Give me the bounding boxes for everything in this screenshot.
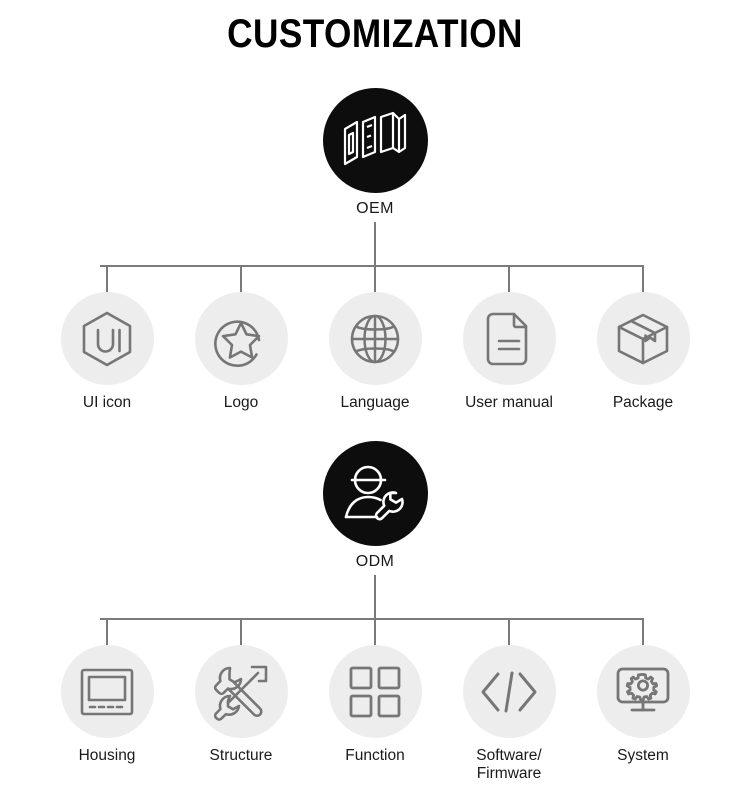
device-panel-icon [78,666,136,718]
housing-circle [60,645,154,738]
language-circle [328,292,422,385]
leaf-label: UI icon [82,394,132,411]
leaf-label: Software/ Firmware [476,747,542,782]
odm-circle [322,441,428,546]
leaf-label: Package [612,394,674,411]
odm-label: ODM [355,553,395,570]
connector-trunk-odm [374,575,376,619]
root-node-odm[interactable]: ODM [295,441,455,571]
connector-drop-odm-5 [642,618,644,647]
structure-circle [194,645,288,738]
oem-label: OEM [356,200,394,217]
oem-circle [322,88,428,193]
connector-drop-oem-3 [374,265,376,294]
grid-four-squares-icon [348,665,402,719]
connector-drop-oem-1 [106,265,108,294]
system-circle [596,645,690,738]
ui-icon-circle [60,292,154,385]
connector-drop-oem-4 [508,265,510,294]
leaf-label: Language [340,394,410,411]
root-node-oem[interactable]: OEM [295,88,455,218]
page-title: CUSTOMIZATION [227,12,523,56]
connector-bar-odm [100,618,644,620]
leaf-node-ui-icon[interactable]: UI icon [37,292,177,412]
leaf-node-package[interactable]: Package [573,292,713,412]
connector-drop-odm-1 [106,618,108,647]
customization-diagram: CUSTOMIZATION OEM UI icon Logo Language … [0,0,750,800]
wrench-screwdriver-icon [212,663,270,721]
star-circle-icon [212,310,270,368]
leaf-node-housing[interactable]: Housing [37,645,177,765]
connector-drop-oem-5 [642,265,644,294]
leaf-label: Housing [78,747,136,764]
connector-drop-odm-4 [508,618,510,647]
leaf-label: Function [345,747,405,764]
box-3d-icon [614,311,672,367]
leaf-node-system[interactable]: System [573,645,713,765]
leaf-node-logo[interactable]: Logo [171,292,311,412]
leaf-label: Structure [209,747,273,764]
leaf-label: User manual [465,394,553,411]
package-circle [596,292,690,385]
connector-trunk-oem [374,222,376,266]
software-firmware-circle [462,645,556,738]
oem-3d-text-icon [339,111,411,171]
engineer-wrench-icon [340,463,410,525]
leaf-node-user-manual[interactable]: User manual [439,292,579,412]
logo-circle [194,292,288,385]
leaf-node-software-firmware[interactable]: Software/ Firmware [439,645,579,783]
leaf-node-language[interactable]: Language [305,292,445,412]
function-circle [328,645,422,738]
code-brackets-icon [479,669,539,715]
monitor-gear-icon [614,666,672,718]
connector-drop-oem-2 [240,265,242,294]
leaf-label: Logo [223,394,259,411]
leaf-node-function[interactable]: Function [305,645,445,765]
connector-drop-odm-2 [240,618,242,647]
hexagon-ui-icon [79,310,135,368]
document-lines-icon [484,310,534,368]
globe-icon [346,310,404,368]
connector-bar-oem [100,265,644,267]
leaf-label: System [617,747,669,764]
user-manual-circle [462,292,556,385]
connector-drop-odm-3 [374,618,376,647]
leaf-node-structure[interactable]: Structure [171,645,311,765]
